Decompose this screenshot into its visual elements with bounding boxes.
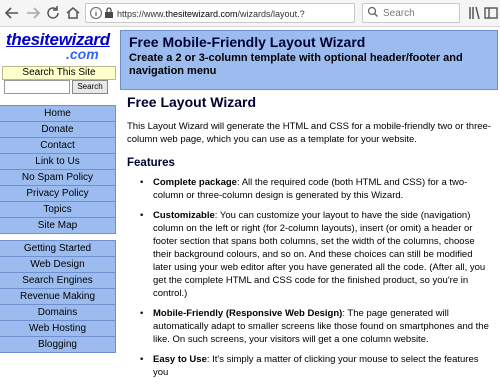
url-path: /wizards/layout.? xyxy=(237,9,305,19)
nav-item-blogging[interactable]: Blogging xyxy=(0,337,116,353)
page-banner: Free Mobile-Friendly Layout Wizard Creat… xyxy=(120,30,498,90)
nav-item-link-to-us[interactable]: Link to Us xyxy=(0,154,116,170)
url-prefix: https://www. xyxy=(117,9,166,19)
nav-item-domains[interactable]: Domains xyxy=(0,305,116,321)
bullet-icon: • xyxy=(140,354,144,365)
search-placeholder: Search xyxy=(383,8,415,19)
topics-nav: Getting Started Web Design Search Engines R… xyxy=(0,240,116,353)
features-heading: Features xyxy=(127,157,175,169)
feature-title: Complete package xyxy=(153,177,237,188)
nav-item-search-engines[interactable]: Search Engines xyxy=(0,273,116,289)
url-text[interactable]: https://www.thesitewizard.com/wizards/la… xyxy=(117,7,317,21)
feature-title: Easy to Use xyxy=(153,354,207,365)
banner-title: Free Mobile-Friendly Layout Wizard xyxy=(129,34,366,50)
feature-item: • Mobile-Friendly (Responsive Web Design)… xyxy=(140,307,493,346)
browser-search-bar[interactable]: Search xyxy=(362,3,460,23)
feature-item: • Complete package: All the required code… xyxy=(140,176,493,202)
lock-icon[interactable] xyxy=(103,6,115,20)
feature-title: Mobile-Friendly (Responsive Web Design) xyxy=(153,308,343,319)
browser-toolbar: https://www.thesitewizard.com/wizards/la… xyxy=(0,0,500,27)
nav-item-home[interactable]: Home xyxy=(0,106,116,122)
primary-nav: Home Donate Contact Link to Us No Spam Polic… xyxy=(0,105,116,234)
bullet-icon: • xyxy=(140,210,144,221)
forward-arrow-icon[interactable] xyxy=(24,4,42,22)
nav-item-no-spam-policy[interactable]: No Spam Policy xyxy=(0,170,116,186)
back-arrow-icon[interactable] xyxy=(3,4,21,22)
nav-item-getting-started[interactable]: Getting Started xyxy=(0,241,116,257)
page-heading: Free Layout Wizard xyxy=(127,94,257,110)
banner-subtitle: Create a 2 or 3-column template with opt… xyxy=(129,52,463,77)
url-host: thesitewizard.com xyxy=(165,9,238,19)
nav-item-contact[interactable]: Contact xyxy=(0,138,116,154)
address-bar[interactable]: https://www.thesitewizard.com/wizards/la… xyxy=(85,3,414,23)
feature-title: Customizable xyxy=(153,210,215,221)
nav-item-topics[interactable]: Topics xyxy=(0,202,116,218)
main-content: Free Layout Wizard This Layout Wizard wi… xyxy=(127,94,493,386)
search-site-label: Search This Site xyxy=(2,66,116,80)
home-icon[interactable] xyxy=(64,4,82,22)
sidebar-icon[interactable] xyxy=(482,4,500,22)
reload-icon[interactable] xyxy=(44,4,62,22)
nav-item-web-design[interactable]: Web Design xyxy=(0,257,116,273)
logo-suffix: .com xyxy=(66,46,99,62)
info-icon[interactable] xyxy=(89,6,103,20)
bullet-icon: • xyxy=(140,308,144,319)
site-logo[interactable]: thesitewizard .com xyxy=(6,30,118,62)
nav-item-revenue-making[interactable]: Revenue Making xyxy=(0,289,116,305)
feature-text: : You can customize your layout to have … xyxy=(153,210,486,299)
nav-item-site-map[interactable]: Site Map xyxy=(0,218,116,234)
search-icon xyxy=(367,6,381,20)
feature-item: • Easy to Use: It's simply a matter of cl… xyxy=(140,353,493,379)
feature-item: • Customizable: You can customize your la… xyxy=(140,209,493,300)
intro-paragraph: This Layout Wizard will generate the HTM… xyxy=(127,121,491,145)
features-list: • Complete package: All the required code… xyxy=(127,176,493,379)
site-search-input[interactable] xyxy=(4,80,70,94)
site-search-button[interactable]: Search xyxy=(72,80,108,94)
nav-item-donate[interactable]: Donate xyxy=(0,122,116,138)
bullet-icon: • xyxy=(140,177,144,188)
nav-item-privacy-policy[interactable]: Privacy Policy xyxy=(0,186,116,202)
nav-item-web-hosting[interactable]: Web Hosting xyxy=(0,321,116,337)
